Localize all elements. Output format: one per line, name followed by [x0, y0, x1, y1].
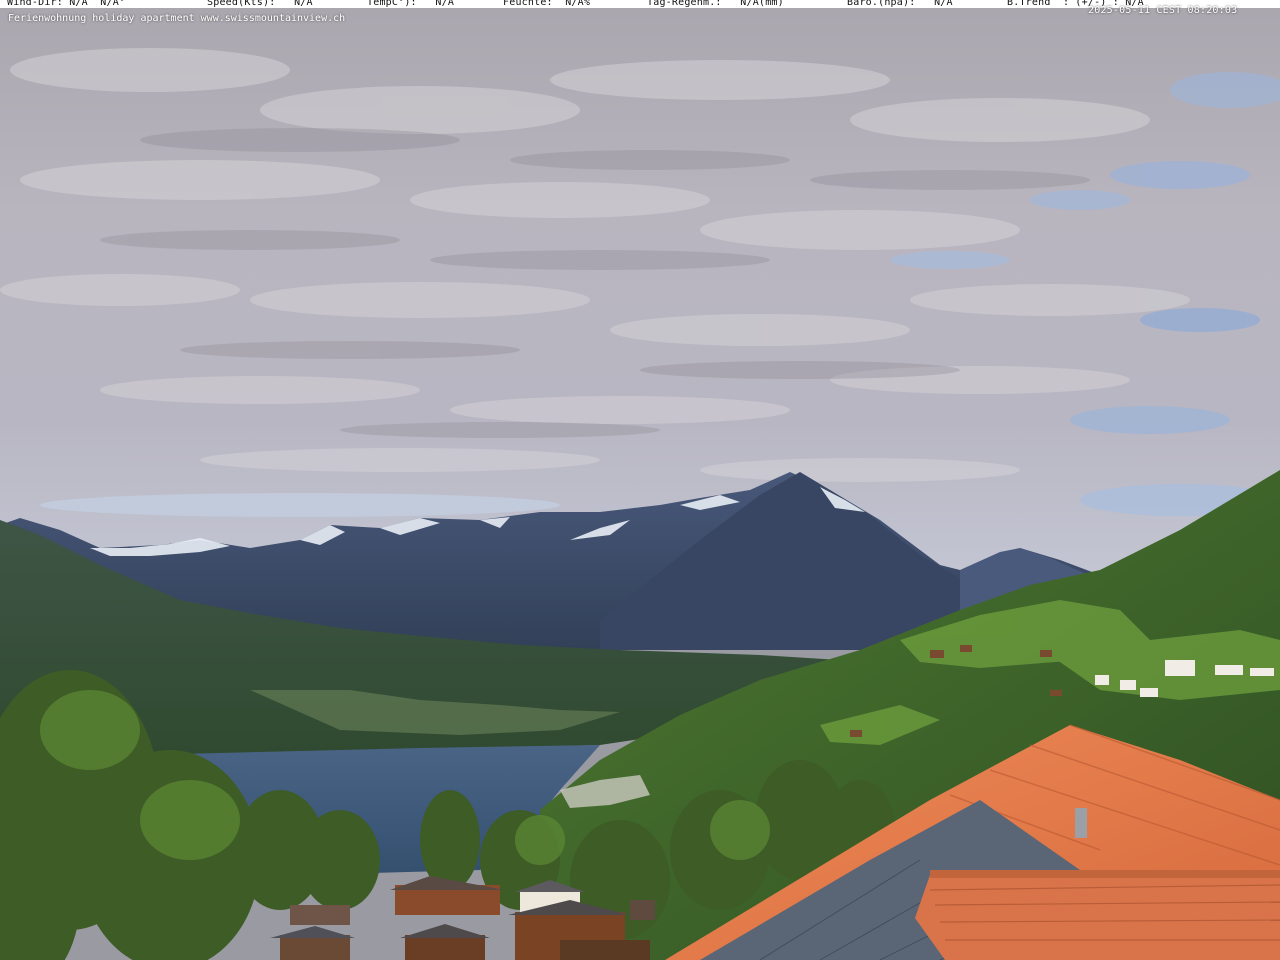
webcam-caption: Ferienwohnung holiday apartment www.swis… — [8, 13, 346, 24]
webcam-image: Wind-Dir: N/A N/A° Speed(Kts): N/A TempC… — [0, 0, 1280, 960]
landscape-photo — [0, 0, 1280, 960]
roof-edge — [930, 870, 1280, 878]
wind-speed-readout: Speed(Kts): N/A — [207, 0, 313, 8]
temperature-readout: TempC°): N/A — [367, 0, 455, 8]
lower-roof — [915, 870, 1280, 960]
pressure-readout: Baro.(hpa): N/A — [847, 0, 953, 8]
rainfall-readout: Tag-Regenm.: N/A(mm) — [647, 0, 784, 8]
wind-direction-readout: Wind-Dir: N/A N/A° — [7, 0, 126, 8]
roof-vent — [1075, 808, 1087, 838]
humidity-readout: Feuchte: N/A% — [503, 0, 591, 8]
timestamp: 2025-05-11 CEST 08:20:03 — [1088, 5, 1238, 16]
